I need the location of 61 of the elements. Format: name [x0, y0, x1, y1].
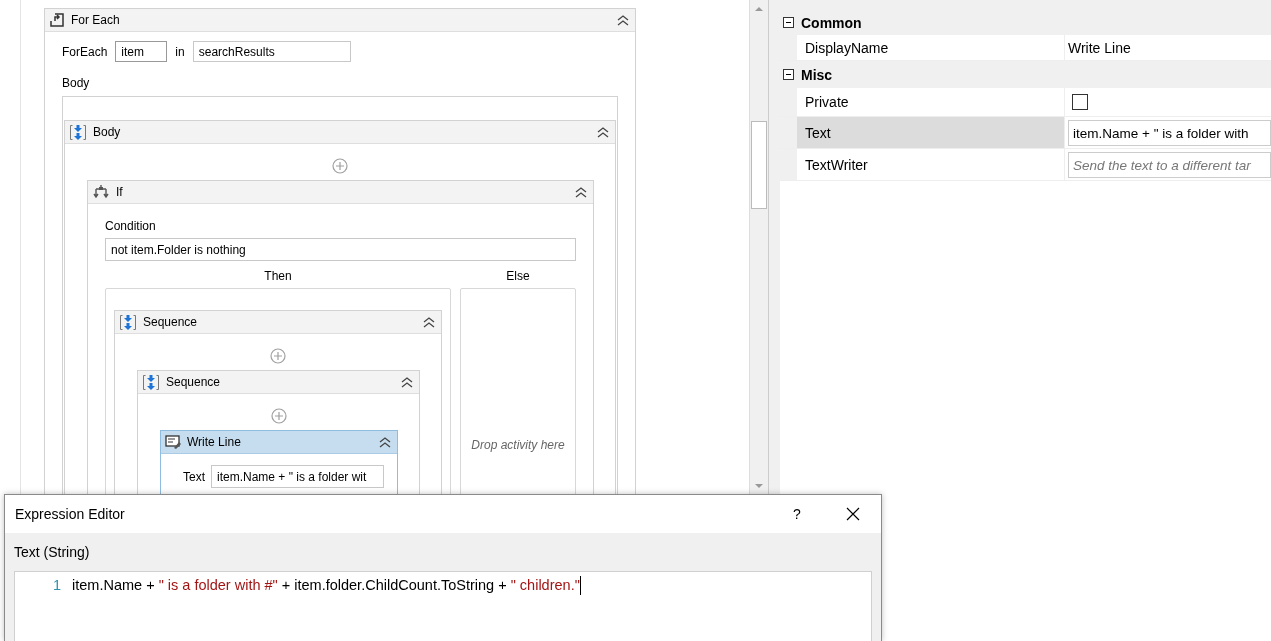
in-label: in — [175, 44, 185, 59]
activity-header[interactable]: Write Line — [161, 431, 397, 454]
sequence-icon — [119, 313, 137, 331]
activity-header[interactable]: For Each — [45, 9, 635, 32]
category-header[interactable]: Common — [780, 0, 1271, 35]
collapse-icon[interactable] — [783, 17, 794, 28]
category-header[interactable]: Misc — [780, 61, 1271, 88]
property-name[interactable]: TextWriter — [797, 149, 1065, 180]
add-activity-icon[interactable] — [270, 348, 286, 364]
sequence-icon — [69, 123, 87, 141]
activity-title: If — [116, 185, 124, 199]
condition-label: Condition — [105, 219, 157, 233]
collapse-icon[interactable] — [596, 126, 610, 138]
activity-header[interactable]: If — [88, 181, 593, 204]
collapse-icon[interactable] — [574, 186, 588, 198]
collapse-icon[interactable] — [400, 376, 414, 388]
line-number: 1 — [51, 576, 62, 595]
input-field[interactable]: item.Name + " is a folder wit — [211, 465, 384, 488]
expression-field[interactable]: item.Name + " is a folder with — [1068, 119, 1271, 146]
checkbox[interactable] — [1072, 94, 1088, 110]
collapse-icon[interactable] — [616, 14, 630, 26]
input-field[interactable]: not item.Folder is nothing — [105, 238, 576, 261]
activity-header[interactable]: Sequence — [138, 371, 419, 394]
monitor-pencil-icon — [165, 434, 181, 450]
activity-title: Body — [93, 125, 122, 139]
activity-header[interactable]: Body — [65, 121, 615, 144]
branch-icon — [92, 183, 110, 201]
activity-title: Sequence — [166, 375, 222, 389]
help-button[interactable]: ? — [769, 506, 825, 522]
collapse-icon[interactable] — [378, 436, 392, 448]
input-field[interactable]: item — [115, 41, 168, 62]
code-line: item.Name + " is a folder with #" + item.folder.ChildCount.ToString + " children." — [72, 576, 581, 595]
property-name[interactable]: DisplayName — [797, 35, 1065, 60]
add-activity-icon[interactable] — [270, 408, 287, 424]
property-name[interactable]: Text — [797, 117, 1065, 148]
property-value: Write Line — [1068, 39, 1131, 56]
loop-arrow-icon — [49, 12, 65, 28]
activity-title: For Each — [71, 13, 121, 27]
dialog-title: Expression Editor — [15, 506, 126, 522]
activity-title: Write Line — [187, 435, 242, 449]
activity-title: Sequence — [143, 315, 199, 329]
category-title: Common — [801, 14, 862, 31]
expression-field[interactable]: Send the text to a different tar — [1068, 151, 1271, 178]
else-label: Else — [505, 269, 531, 283]
activity-header[interactable]: Sequence — [115, 311, 441, 334]
close-icon[interactable] — [846, 507, 860, 521]
text-label: Text — [183, 469, 205, 484]
category-title: Misc — [801, 66, 833, 83]
then-label: Then — [263, 269, 293, 283]
code-editor[interactable]: 1 item.Name + " is a folder with #" + item.folder.ChildCount.ToString + " children." — [14, 571, 872, 641]
input-field[interactable]: searchResults — [192, 41, 351, 62]
drop-hint: Drop activity here — [471, 438, 565, 452]
property-name[interactable]: Private — [797, 88, 1065, 116]
sequence-icon — [142, 373, 160, 391]
collapse-icon[interactable] — [783, 69, 794, 80]
scrollbar-thumb[interactable] — [751, 121, 768, 209]
loop-label: ForEach — [62, 44, 108, 59]
body-label: Body — [62, 76, 91, 90]
editor-label: Text (String) — [13, 543, 91, 560]
add-activity-icon[interactable] — [332, 158, 348, 174]
collapse-icon[interactable] — [422, 316, 436, 328]
